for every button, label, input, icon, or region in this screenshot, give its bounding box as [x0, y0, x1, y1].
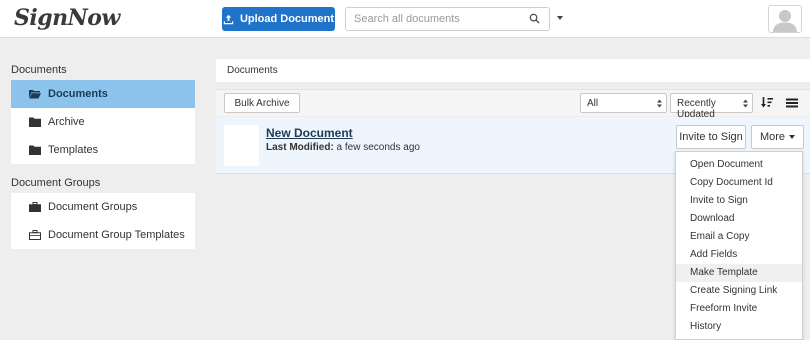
sidebar-item-archive[interactable]: Archive [11, 108, 195, 136]
menu-item-download[interactable]: Download [676, 210, 802, 228]
filter-select-value: All [587, 98, 599, 109]
breadcrumb-documents[interactable]: Documents [227, 65, 278, 76]
upload-document-button[interactable]: Upload Document [222, 7, 335, 31]
last-modified-value: a few seconds ago [333, 142, 420, 153]
search-icon[interactable] [529, 13, 540, 24]
menu-item-copy-document-id[interactable]: Copy Document Id [676, 174, 802, 192]
document-thumbnail[interactable] [224, 125, 259, 166]
menu-item-add-fields[interactable]: Add Fields [676, 246, 802, 264]
menu-item-label: Download [690, 213, 735, 224]
sidebar-item-label: Documents [48, 88, 108, 100]
sidebar-item-label: Document Groups [48, 201, 138, 213]
menu-item-label: History [690, 321, 722, 332]
list-view-icon[interactable] [786, 98, 798, 108]
sidebar-item-label: Templates [48, 144, 99, 156]
menu-item-invite-to-sign[interactable]: Invite to Sign [676, 192, 802, 210]
folder-icon [29, 145, 41, 155]
sort-select[interactable]: Recently Updated [670, 93, 753, 120]
sidebar-item-documents[interactable]: Documents [11, 80, 195, 108]
menu-item-label: Add Fields [690, 249, 738, 260]
open-folder-icon [29, 90, 41, 99]
filter-select[interactable]: All [580, 93, 667, 113]
menu-item-label: Create Signing Link [690, 285, 778, 296]
menu-item-label: Make Template [690, 267, 758, 278]
document-groups-section-title: Document Groups [11, 177, 101, 189]
select-arrows-icon [743, 99, 748, 108]
more-button-label: More [759, 131, 786, 143]
menu-item-label: Copy Document Id [690, 177, 773, 188]
default-user-icon [773, 10, 797, 32]
bulk-archive-button[interactable]: Bulk Archive [224, 93, 300, 113]
folder-icon [29, 117, 41, 127]
top-bar: SignNow Upload Document [0, 0, 810, 38]
user-avatar[interactable] [768, 5, 802, 33]
upload-icon [223, 14, 234, 24]
menu-item-freeform-invite[interactable]: Freeform Invite [676, 300, 802, 318]
document-last-modified: Last Modified: a few seconds ago [266, 142, 420, 153]
sidebar-item-document-group-templates[interactable]: Document Group Templates [11, 221, 195, 249]
more-actions-menu: Open Document Copy Document Id Invite to… [675, 151, 803, 340]
briefcase-icon [29, 202, 41, 212]
search-box [345, 7, 550, 31]
documents-toolbar: Bulk Archive All Recently Updated [216, 89, 810, 120]
breadcrumb: Documents [216, 59, 810, 82]
sidebar-item-label: Archive [48, 116, 85, 128]
documents-section-title: Documents [11, 64, 67, 76]
select-arrows-icon [657, 99, 662, 108]
menu-item-create-signing-link[interactable]: Create Signing Link [676, 282, 802, 300]
upload-document-label: Upload Document [239, 13, 335, 25]
search-options-caret-icon[interactable] [557, 16, 563, 20]
sidebar-item-templates[interactable]: Templates [11, 136, 195, 164]
document-groups-nav: Document Groups Document Group Templates [11, 193, 195, 249]
menu-item-email-a-copy[interactable]: Email a Copy [676, 228, 802, 246]
more-button[interactable]: More [751, 125, 804, 149]
menu-item-label: Freeform Invite [690, 303, 758, 314]
invite-to-sign-button[interactable]: Invite to Sign [676, 125, 746, 149]
sort-order-icon[interactable] [761, 97, 773, 108]
menu-item-make-template[interactable]: Make Template [676, 264, 802, 282]
search-input[interactable] [346, 8, 521, 30]
signnow-logo[interactable]: SignNow [14, 5, 120, 31]
menu-item-history[interactable]: History [676, 318, 802, 336]
document-title[interactable]: New Document [266, 126, 353, 140]
briefcase-outline-icon [29, 230, 41, 240]
last-modified-label: Last Modified: [266, 142, 334, 153]
sidebar-item-document-groups[interactable]: Document Groups [11, 193, 195, 221]
menu-item-open-document[interactable]: Open Document [676, 156, 802, 174]
menu-item-label: Invite to Sign [690, 195, 748, 206]
caret-down-icon [789, 135, 796, 139]
documents-nav: Documents Archive Templates [11, 80, 195, 164]
menu-item-label: Open Document [690, 159, 763, 170]
menu-item-label: Email a Copy [690, 231, 750, 242]
sidebar-item-label: Document Group Templates [48, 229, 185, 241]
